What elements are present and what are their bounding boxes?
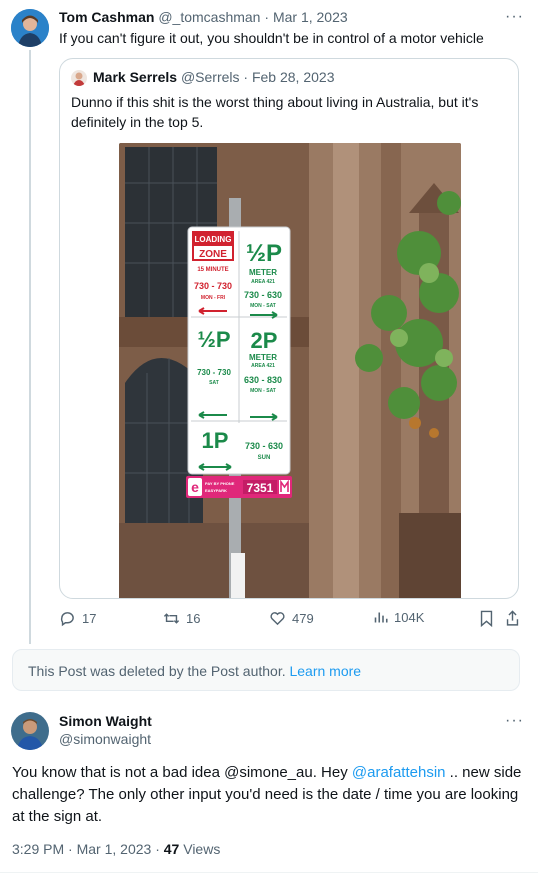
quoted-post[interactable]: Mark Serrels @Serrels · Feb 28, 2023 Dun… — [59, 58, 519, 599]
post-author[interactable]: Simon Waight — [59, 713, 152, 729]
thread-line — [29, 50, 31, 644]
avatar-mark[interactable] — [71, 70, 87, 86]
sign-half2-time: 730 - 730 — [197, 368, 231, 377]
deleted-text: This Post was deleted by the Post author… — [28, 663, 286, 679]
post-handle[interactable]: @simonwaight — [59, 731, 151, 747]
sign-two-days: MON - SAT — [250, 388, 276, 394]
sign-zone-number: 7351 — [247, 481, 274, 495]
more-options-icon[interactable]: ··· — [505, 712, 524, 730]
separator: · — [243, 69, 249, 85]
sign-two-p: 2P — [251, 328, 278, 353]
avatar-tom[interactable] — [11, 9, 49, 47]
sign-pay: PAY BY PHONE — [205, 481, 235, 486]
views-button[interactable]: 104K — [373, 610, 424, 625]
quote-handle[interactable]: @Serrels — [181, 69, 240, 85]
like-button[interactable]: 479 — [269, 610, 314, 627]
learn-more-link[interactable]: Learn more — [289, 663, 361, 679]
post-text-part-1: You know that is not a bad idea @simone_… — [12, 764, 352, 781]
retweet-count: 16 — [186, 611, 201, 626]
quote-photo[interactable]: LOADING ZONE 15 MINUTE 730 - 730 MON - F… — [119, 143, 461, 598]
sign-one-time: 730 - 630 — [245, 441, 283, 451]
action-bar: 17 16 479 104K — [59, 610, 529, 630]
sign-one-p: 1P — [202, 428, 229, 453]
views-number: 47 — [163, 841, 180, 857]
post-time[interactable]: 3:29 PM — [12, 841, 64, 857]
quote-author[interactable]: Mark Serrels — [93, 69, 177, 85]
post-text: You know that is not a bad idea @simone_… — [12, 762, 524, 828]
sign-minutes: 15 MINUTE — [197, 267, 228, 273]
sign-area2: AREA 421 — [251, 363, 275, 369]
sign-half2-days: SAT — [209, 380, 219, 386]
divider — [0, 872, 538, 873]
post-meta: 3:29 PM · Mar 1, 2023 · 47 Views — [12, 841, 220, 857]
sign-half-p2: ½P — [197, 327, 230, 352]
quote-text: Dunno if this shit is the worst thing ab… — [71, 94, 479, 130]
sign-half-p: ½P — [246, 240, 282, 267]
deleted-post-notice: This Post was deleted by the Post author… — [12, 649, 520, 691]
post-handle[interactable]: @_tomcashman — [158, 9, 260, 25]
sign-easypark: EASYPARK — [205, 488, 227, 493]
reply-count: 17 — [82, 611, 97, 626]
bookmark-icon — [480, 610, 493, 627]
reply-button[interactable]: 17 — [59, 610, 96, 627]
views-label: Views — [183, 841, 221, 857]
retweet-icon — [163, 613, 180, 624]
sign-zone: ZONE — [199, 249, 227, 260]
views-icon — [374, 612, 388, 623]
separator: · — [155, 841, 160, 857]
reply-icon — [60, 612, 74, 627]
separator: · — [68, 841, 73, 857]
avatar-simon[interactable] — [11, 712, 49, 750]
retweet-button[interactable]: 16 — [163, 610, 200, 627]
sign-meter2: METER — [249, 353, 277, 362]
separator: · — [264, 9, 270, 25]
sign-lz-time: 730 - 730 — [194, 281, 232, 291]
share-button[interactable] — [505, 610, 520, 627]
sign-half-time: 730 - 630 — [244, 290, 282, 300]
quote-date[interactable]: Feb 28, 2023 — [252, 69, 335, 85]
post-date[interactable]: Mar 1, 2023 — [77, 841, 152, 857]
sign-meter: METER — [249, 268, 277, 277]
sign-area: AREA 421 — [251, 279, 275, 285]
sign-two-time: 630 - 830 — [244, 375, 282, 385]
mention-link[interactable]: @arafattehsin — [352, 764, 446, 781]
sign-one-days: SUN — [258, 455, 271, 461]
sign-loading: LOADING — [195, 235, 232, 244]
post-text: If you can't figure it out, you shouldn'… — [59, 30, 484, 46]
post-author[interactable]: Tom Cashman — [59, 9, 154, 25]
bookmark-button[interactable] — [479, 610, 494, 627]
like-count: 479 — [292, 611, 314, 626]
sign-lz-days: MON - FRI — [201, 295, 226, 301]
more-options-icon[interactable]: ··· — [505, 8, 524, 26]
heart-icon — [270, 612, 285, 626]
post-date[interactable]: Mar 1, 2023 — [273, 9, 348, 25]
share-icon — [506, 610, 519, 626]
easypark-logo: e — [191, 479, 199, 495]
views-count: 104K — [394, 610, 425, 625]
sign-half-days: MON - SAT — [250, 303, 276, 309]
